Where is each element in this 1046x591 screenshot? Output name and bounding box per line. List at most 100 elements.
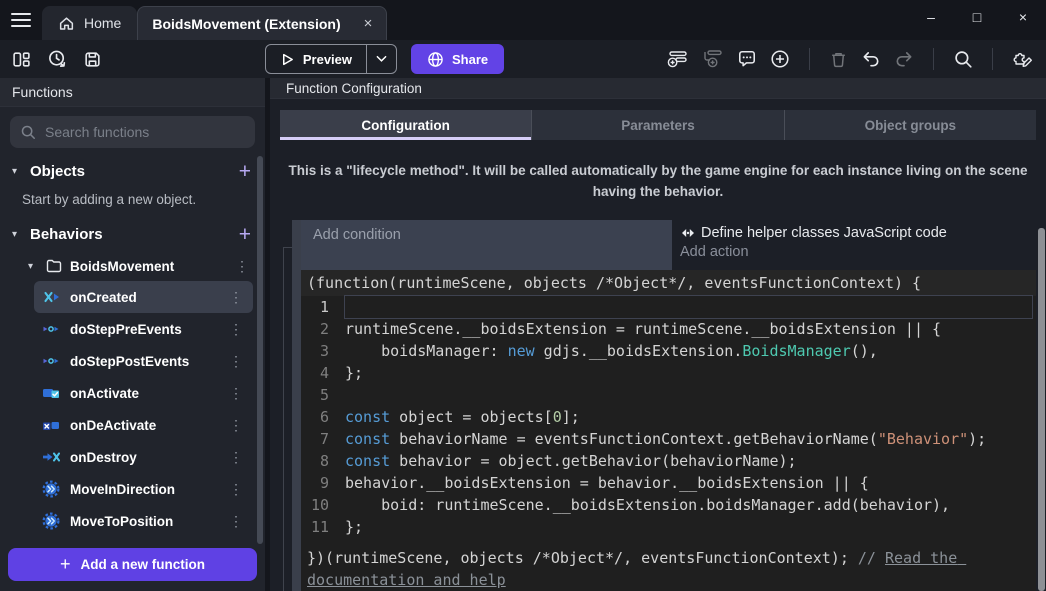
kebab-menu-icon[interactable]: ⋮: [227, 513, 245, 530]
function-item-ondeactivate[interactable]: onDeActivate ⋮: [34, 409, 253, 441]
window-maximize-button[interactable]: □: [954, 0, 1000, 34]
titlebar: Home BoidsMovement (Extension) × – □ ×: [0, 0, 1046, 40]
undo-button[interactable]: [861, 49, 881, 69]
code-line: 7const behaviorName = eventsFunctionCont…: [301, 428, 1036, 450]
function-item-onactivate[interactable]: onActivate ⋮: [34, 377, 253, 409]
tab-extension[interactable]: BoidsMovement (Extension) ×: [137, 6, 387, 40]
function-item-oncreated[interactable]: onCreated ⋮: [34, 281, 253, 313]
function-configuration-panel: Function Configuration Configuration Par…: [270, 78, 1046, 591]
function-item-ondestroy[interactable]: onDestroy ⋮: [34, 441, 253, 473]
line-number: 5: [301, 384, 345, 406]
open-panels-button[interactable]: [12, 50, 31, 69]
delete-button[interactable]: [829, 50, 848, 69]
add-behavior-button[interactable]: +: [239, 224, 251, 245]
gear-icon: [42, 480, 60, 498]
function-item-label: doStepPreEvents: [70, 322, 182, 337]
function-item-label: onDeActivate: [70, 418, 156, 433]
js-event-title: Define helper classes JavaScript code: [701, 225, 947, 241]
code-line-content[interactable]: };: [345, 516, 1032, 538]
kebab-menu-icon[interactable]: ⋮: [227, 321, 245, 338]
add-function-button[interactable]: + Add a new function: [8, 548, 257, 581]
code-line-content[interactable]: boid: runtimeScene.__boidsExtension.boid…: [345, 494, 1032, 516]
play-icon: [280, 52, 295, 67]
add-action-area[interactable]: Add action: [680, 244, 1034, 260]
code-wrapper-close: })(runtimeScene, objects /*Object*/, eve…: [301, 538, 1031, 591]
kebab-menu-icon[interactable]: ⋮: [227, 481, 245, 498]
toolbar-divider: [809, 48, 810, 70]
function-item-label: onCreated: [70, 290, 137, 305]
share-button[interactable]: Share: [411, 44, 504, 74]
function-item-dosteppostevents[interactable]: doStepPostEvents ⋮: [34, 345, 253, 377]
tab-home-label: Home: [84, 15, 121, 31]
search-box[interactable]: [10, 116, 255, 148]
add-object-button[interactable]: +: [239, 161, 251, 182]
search-icon: [953, 49, 973, 69]
window-close-button[interactable]: ×: [1000, 0, 1046, 34]
preview-button-main[interactable]: Preview: [266, 52, 366, 67]
sidebar-section-objects[interactable]: ▾ Objects +: [0, 154, 265, 188]
tab-parameters[interactable]: Parameters: [531, 110, 783, 140]
search-events-button[interactable]: [953, 49, 973, 69]
main-scrollbar[interactable]: [1038, 228, 1045, 591]
toolbar-left-group: [12, 49, 102, 69]
code-line-content[interactable]: };: [345, 362, 1032, 384]
code-line: 9behavior.__boidsExtension = behavior.__…: [301, 472, 1036, 494]
objects-section-label: Objects: [30, 163, 85, 180]
behaviors-section-label: Behaviors: [30, 226, 103, 243]
behavior-folder-boidsmovement[interactable]: ▾ BoidsMovement ⋮: [0, 251, 265, 281]
function-item-moveindirection[interactable]: MoveInDirection ⋮: [34, 473, 253, 505]
deactivate-icon: [42, 416, 60, 434]
code-line: 4};: [301, 362, 1036, 384]
event-drag-handle[interactable]: [292, 220, 301, 591]
redo-button[interactable]: [894, 49, 914, 69]
tab-configuration[interactable]: Configuration: [280, 110, 531, 140]
sidebar-scrollbar[interactable]: [257, 156, 263, 544]
tab-close-icon[interactable]: ×: [364, 15, 373, 32]
main-menu-button[interactable]: [0, 0, 42, 40]
add-comment-button[interactable]: [737, 49, 757, 69]
add-condition-area[interactable]: Add condition: [301, 220, 672, 270]
edit-extension-button[interactable]: [1012, 49, 1034, 69]
function-item-dosteppreevents[interactable]: doStepPreEvents ⋮: [34, 313, 253, 345]
panels-icon: [12, 50, 31, 69]
kebab-menu-icon[interactable]: ⋮: [227, 353, 245, 370]
behavior-folder-label: BoidsMovement: [70, 259, 174, 274]
add-event-button[interactable]: [770, 49, 790, 69]
search-input[interactable]: [45, 124, 245, 140]
toolbar-divider: [992, 48, 993, 70]
events-sheet: Add condition Define helper classes Java…: [270, 220, 1046, 591]
code-line-content[interactable]: behavior.__boidsExtension = behavior.__b…: [345, 472, 1032, 494]
preview-button[interactable]: Preview: [265, 44, 397, 74]
version-history-button[interactable]: [47, 49, 67, 69]
code-line-content[interactable]: boidsManager: new gdjs.__boidsExtension.…: [345, 340, 1032, 362]
lifecycle-created-icon: [42, 288, 60, 306]
code-line: 11};: [301, 516, 1036, 538]
gear-icon: [42, 512, 60, 530]
tab-object-groups[interactable]: Object groups: [784, 110, 1036, 140]
preview-options-button[interactable]: [366, 45, 396, 73]
code-line-content[interactable]: [345, 296, 1032, 318]
function-item-movetoposition[interactable]: MoveToPosition ⋮: [34, 505, 253, 537]
save-button[interactable]: [83, 50, 102, 69]
code-line-content[interactable]: const object = objects[0];: [345, 406, 1032, 428]
line-number: 3: [301, 340, 345, 362]
kebab-menu-icon[interactable]: ⋮: [227, 289, 245, 306]
sidebar-section-behaviors[interactable]: ▾ Behaviors +: [0, 217, 265, 251]
window-minimize-button[interactable]: –: [908, 0, 954, 34]
code-line-content[interactable]: const behaviorName = eventsFunctionConte…: [345, 428, 1032, 450]
code-line-content[interactable]: runtimeScene.__boidsExtension = runtimeS…: [345, 318, 1032, 340]
add-condition-button[interactable]: [667, 49, 689, 69]
code-line-content[interactable]: const behavior = object.getBehavior(beha…: [345, 450, 1032, 472]
tab-home[interactable]: Home: [42, 6, 137, 40]
kebab-menu-icon[interactable]: ⋮: [227, 449, 245, 466]
js-code-editor[interactable]: (function(runtimeScene, objects /*Object…: [301, 270, 1036, 591]
kebab-menu-icon[interactable]: ⋮: [227, 417, 245, 434]
code-line: 6const object = objects[0];: [301, 406, 1036, 428]
kebab-menu-icon[interactable]: ⋮: [227, 385, 245, 402]
code-lines: 12runtimeScene.__boidsExtension = runtim…: [301, 296, 1036, 538]
code-line-content[interactable]: [345, 384, 1032, 406]
kebab-menu-icon[interactable]: ⋮: [233, 258, 251, 275]
code-wrapper-open: (function(runtimeScene, objects /*Object…: [301, 270, 1036, 296]
add-subcondition-button[interactable]: [702, 49, 724, 69]
js-event-title-row[interactable]: Define helper classes JavaScript code: [680, 225, 1034, 241]
